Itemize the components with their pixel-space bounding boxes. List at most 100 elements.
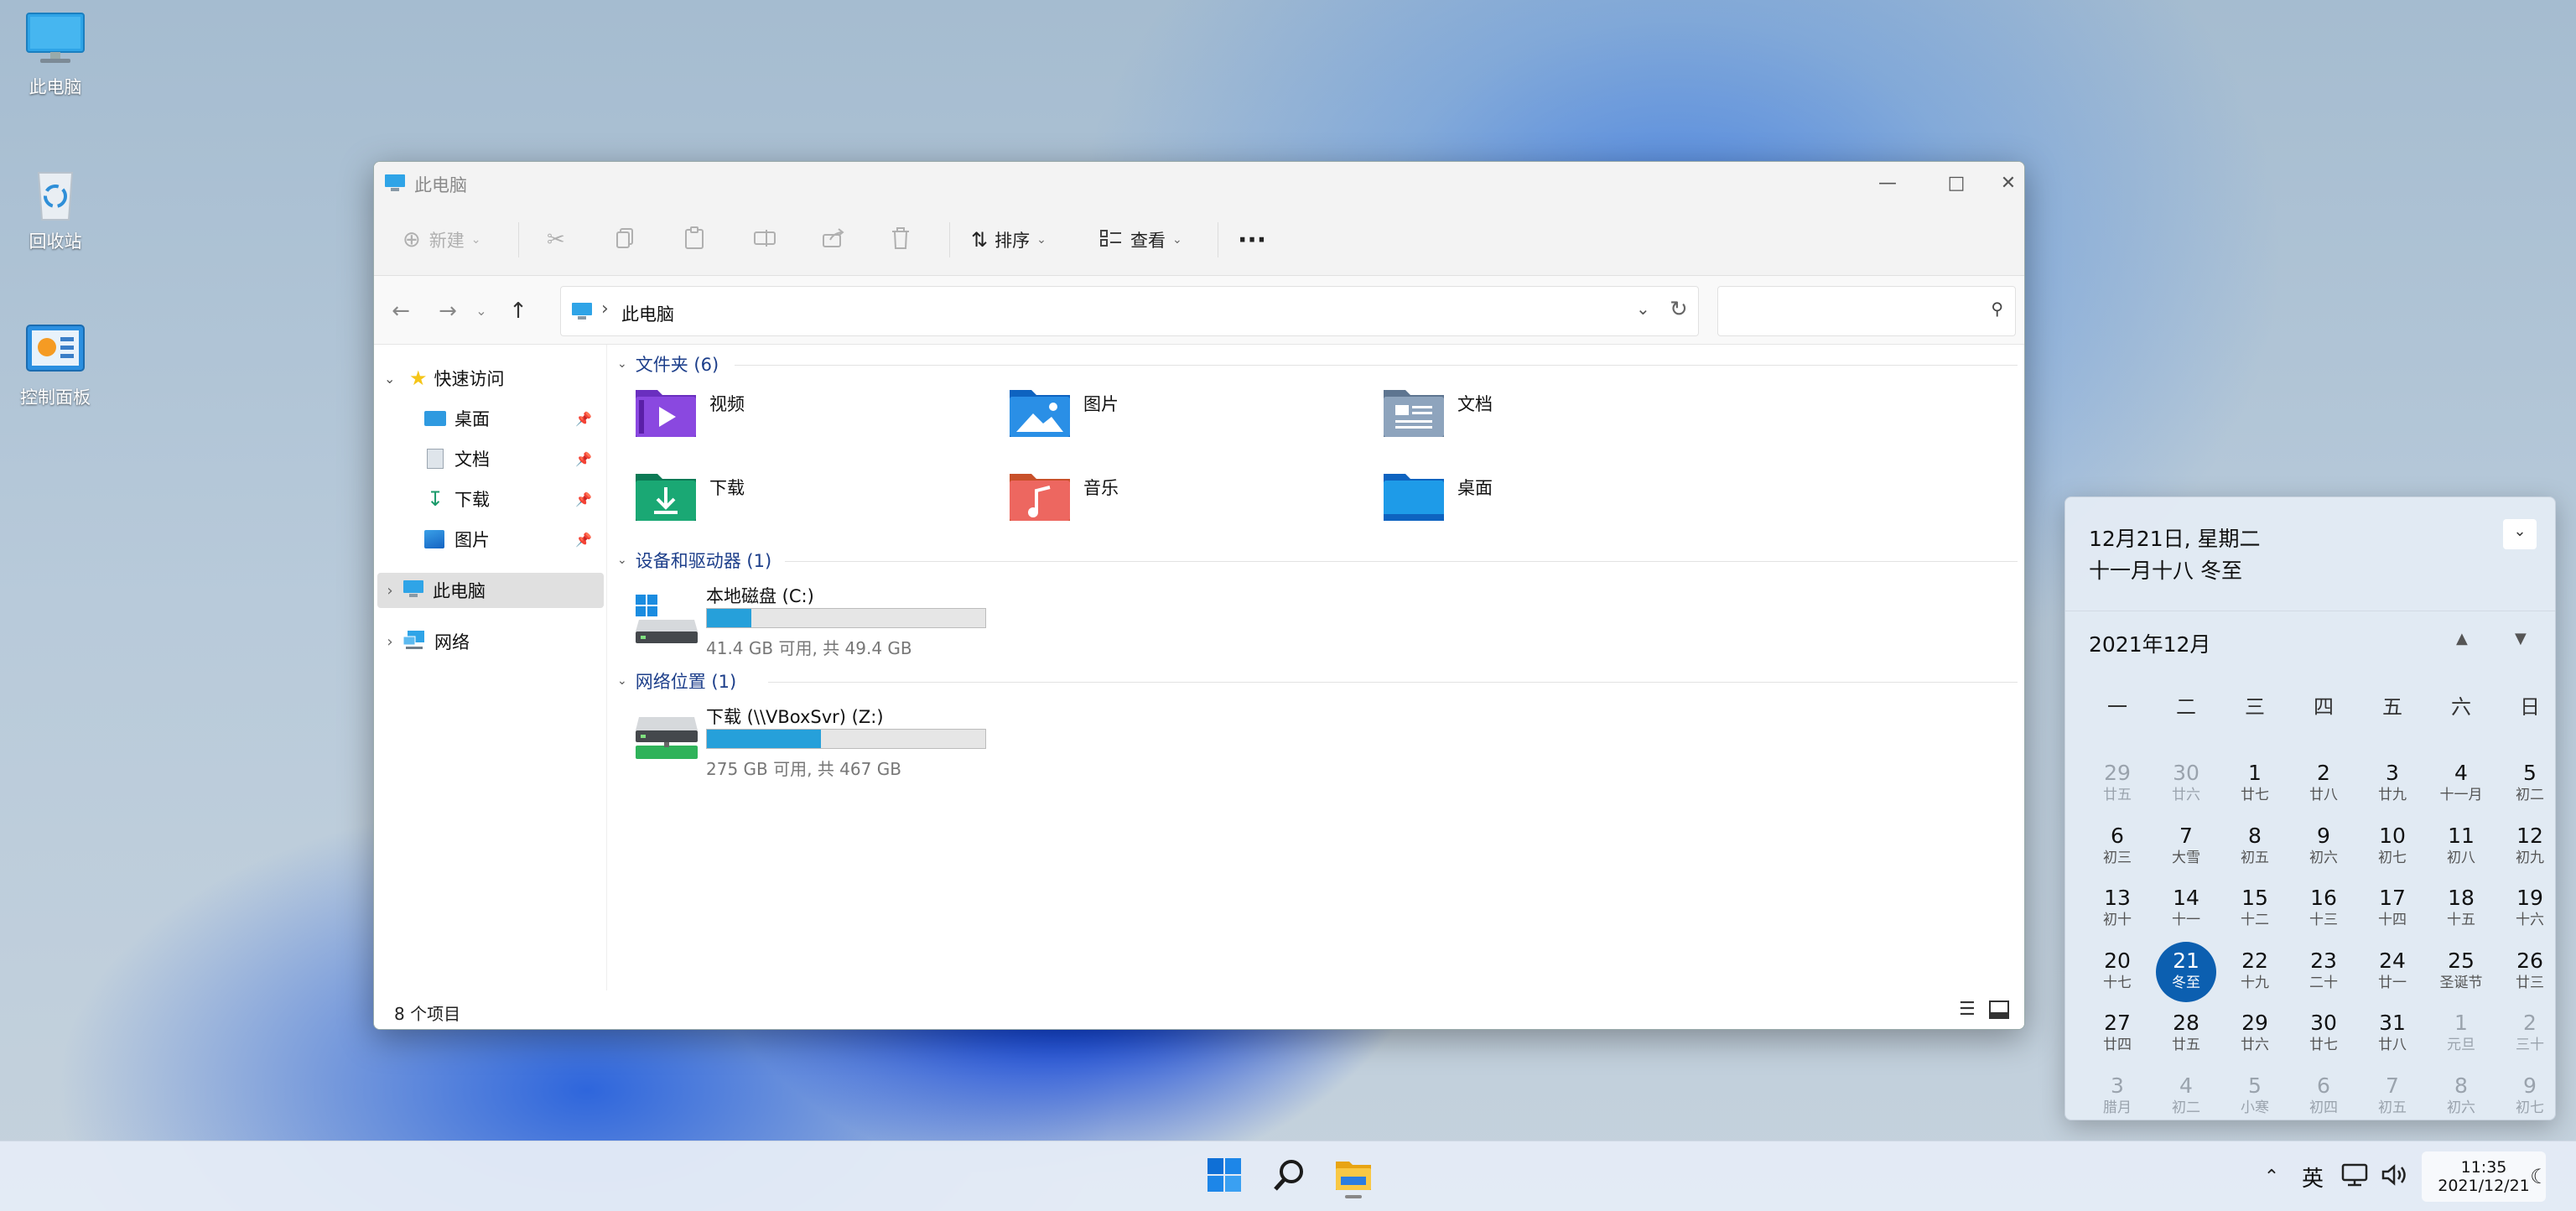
section-header-devices[interactable]: ⌄ 设备和驱动器 (1) (617, 548, 771, 573)
search-taskbar-button[interactable] (1265, 1153, 1315, 1200)
paste-button[interactable] (684, 204, 704, 276)
calendar-day[interactable]: 15 十二 (2221, 882, 2288, 943)
calendar-day[interactable]: 29 廿五 (2084, 757, 2151, 818)
start-button[interactable] (1199, 1153, 1249, 1200)
section-header-folders[interactable]: ⌄ 文件夹 (6) (617, 351, 719, 377)
calendar-day[interactable]: 28 廿五 (2153, 1007, 2220, 1068)
delete-button[interactable] (891, 204, 911, 276)
calendar-day[interactable]: 4 十一月 (2428, 757, 2495, 818)
previous-month-button[interactable]: ▲ (2456, 630, 2468, 647)
calendar-day[interactable]: 14 十一 (2153, 882, 2220, 943)
desktop-icon-control-panel[interactable]: 控制面板 (13, 320, 97, 409)
address-dropdown-button[interactable]: ⌄ (1636, 299, 1650, 319)
details-view-button[interactable]: ☰ (1959, 999, 1976, 1020)
close-button[interactable]: ✕ (1991, 162, 2024, 204)
calendar-day[interactable]: 16 十三 (2290, 882, 2357, 943)
volume-button[interactable] (2376, 1153, 2413, 1200)
title-bar[interactable]: 此电脑 — □ ✕ (374, 162, 2024, 204)
calendar-day[interactable]: 2 廿八 (2290, 757, 2357, 818)
maximize-button[interactable]: □ (1922, 162, 1991, 204)
copy-button[interactable] (615, 204, 636, 276)
sidebar-item-pictures[interactable]: 图片 📌 (424, 522, 604, 556)
breadcrumb-this-pc[interactable]: 此电脑 (621, 301, 674, 326)
folder-music[interactable]: 音乐 (1008, 467, 1119, 527)
search-input[interactable] (1727, 297, 1978, 325)
address-bar[interactable]: › 此电脑 ⌄ ↻ (560, 286, 1699, 336)
more-options-button[interactable]: ··· (1238, 204, 1266, 276)
calendar-day[interactable]: 7 大雪 (2153, 820, 2220, 881)
calendar-day[interactable]: 23 二十 (2290, 945, 2357, 1006)
calendar-day[interactable]: 26 廿三 (2496, 945, 2563, 1006)
sidebar-item-documents[interactable]: 文档 📌 (424, 442, 604, 476)
calendar-day[interactable]: 12 初九 (2496, 820, 2563, 881)
calendar-day[interactable]: 1 元旦 (2428, 1007, 2495, 1068)
calendar-day[interactable]: 22 十九 (2221, 945, 2288, 1006)
calendar-day[interactable]: 9 初七 (2496, 1070, 2563, 1130)
calendar-day[interactable]: 30 廿六 (2153, 757, 2220, 818)
calendar-day[interactable]: 24 廿一 (2359, 945, 2426, 1006)
drive-c[interactable]: 本地磁盘 (C:) 41.4 GB 可用, 共 49.4 GB (634, 583, 1003, 658)
show-hidden-icons-button[interactable]: ⌃ (2257, 1153, 2286, 1200)
folder-videos[interactable]: 视频 (634, 383, 745, 443)
view-button[interactable]: 查看 ⌄ (1100, 204, 1182, 276)
search-box[interactable]: ⚲ (1717, 286, 2016, 336)
share-button[interactable] (822, 204, 845, 276)
next-month-button[interactable]: ▼ (2515, 630, 2527, 647)
network-status-button[interactable] (2336, 1153, 2373, 1200)
sidebar-item-network[interactable]: › 网络 (377, 625, 604, 658)
new-button[interactable]: ⊕ 新建 ⌄ (402, 204, 481, 276)
calendar-day[interactable]: 19 十六 (2496, 882, 2563, 943)
drive-z[interactable]: 下载 (\\VBoxSvr) (Z:) 275 GB 可用, 共 467 GB (634, 704, 1003, 779)
focus-assist-button[interactable]: ☾ (2522, 1153, 2556, 1200)
calendar-day[interactable]: 30 廿七 (2290, 1007, 2357, 1068)
calendar-day[interactable]: 13 初十 (2084, 882, 2151, 943)
calendar-day[interactable]: 8 初六 (2428, 1070, 2495, 1130)
sidebar-item-downloads[interactable]: ↧ 下载 📌 (424, 482, 604, 516)
calendar-day[interactable]: 9 初六 (2290, 820, 2357, 881)
calendar-day[interactable]: 18 十五 (2428, 882, 2495, 943)
rename-button[interactable] (753, 204, 776, 276)
desktop-icon-this-pc[interactable]: 此电脑 (13, 10, 97, 99)
calendar-day[interactable]: 27 廿四 (2084, 1007, 2151, 1068)
calendar-day-selected[interactable]: 21 冬至 (2153, 941, 2220, 1006)
calendar-day[interactable]: 7 初五 (2359, 1070, 2426, 1130)
sort-button[interactable]: ⇅ 排序 ⌄ (971, 204, 1046, 276)
collapse-calendar-button[interactable]: ⌄ (2503, 519, 2537, 549)
input-method-button[interactable]: 英 (2296, 1153, 2329, 1200)
recent-locations-button[interactable]: ⌄ (466, 296, 496, 326)
calendar-day[interactable]: 11 初八 (2428, 820, 2495, 881)
calendar-day[interactable]: 6 初三 (2084, 820, 2151, 881)
calendar-day[interactable]: 3 廿九 (2359, 757, 2426, 818)
calendar-day[interactable]: 20 十七 (2084, 945, 2151, 1006)
tiles-view-button[interactable] (1989, 1001, 2009, 1023)
sidebar-item-desktop[interactable]: 桌面 📌 (424, 402, 604, 435)
back-button[interactable]: ← (386, 296, 416, 326)
minimize-button[interactable]: — (1853, 162, 1922, 204)
calendar-day[interactable]: 1 廿七 (2221, 757, 2288, 818)
calendar-day[interactable]: 17 十四 (2359, 882, 2426, 943)
calendar-day[interactable]: 10 初七 (2359, 820, 2426, 881)
section-header-network-locations[interactable]: ⌄ 网络位置 (1) (617, 668, 736, 694)
calendar-day[interactable]: 3 腊月 (2084, 1070, 2151, 1130)
refresh-button[interactable]: ↻ (1670, 297, 1688, 322)
folder-documents[interactable]: 文档 (1382, 383, 1493, 443)
calendar-day[interactable]: 4 初二 (2153, 1070, 2220, 1130)
folder-desktop[interactable]: 桌面 (1382, 467, 1493, 527)
calendar-day[interactable]: 2 三十 (2496, 1007, 2563, 1068)
calendar-day[interactable]: 5 初二 (2496, 757, 2563, 818)
calendar-day[interactable]: 6 初四 (2290, 1070, 2357, 1130)
calendar-month-label[interactable]: 2021年12月 (2089, 628, 2210, 658)
folder-downloads[interactable]: 下载 (634, 467, 745, 527)
calendar-day[interactable]: 29 廿六 (2221, 1007, 2288, 1068)
cut-button[interactable]: ✂ (547, 204, 565, 276)
forward-button[interactable]: → (433, 296, 463, 326)
calendar-day[interactable]: 8 初五 (2221, 820, 2288, 881)
up-button[interactable]: ↑ (503, 296, 533, 326)
file-explorer-taskbar-button[interactable] (1328, 1153, 1379, 1200)
folder-pictures[interactable]: 图片 (1008, 383, 1119, 443)
calendar-day[interactable]: 25 圣诞节 (2428, 945, 2495, 1006)
calendar-day[interactable]: 31 廿八 (2359, 1007, 2426, 1068)
desktop-icon-recycle-bin[interactable]: 回收站 (13, 164, 97, 253)
calendar-day[interactable]: 5 小寒 (2221, 1070, 2288, 1130)
sidebar-item-this-pc[interactable]: › 此电脑 (377, 573, 604, 608)
